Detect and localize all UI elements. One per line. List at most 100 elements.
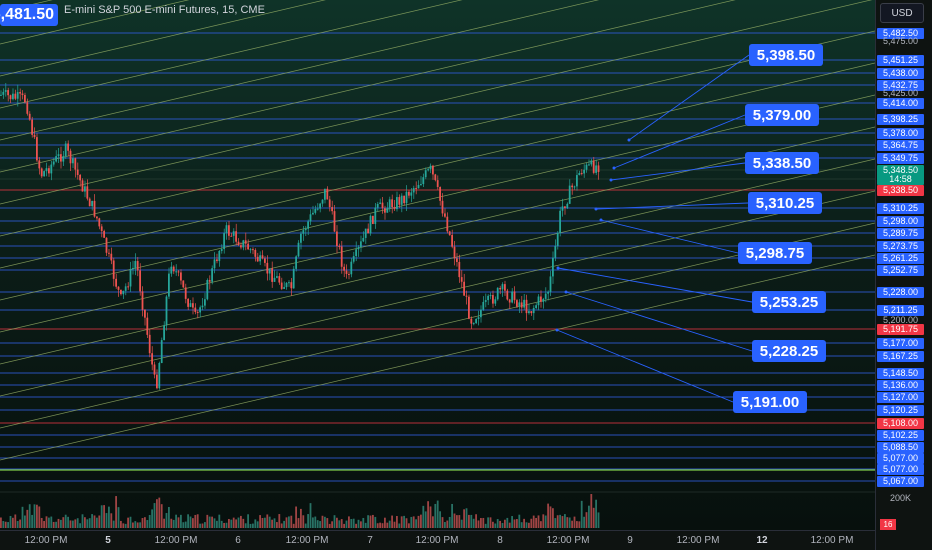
volume-bar	[472, 518, 475, 528]
volume-bar	[458, 515, 461, 528]
price-callout-label[interactable]: 5,228.25	[752, 340, 826, 362]
price-callout-label[interactable]: 5,253.25	[752, 291, 826, 313]
price-axis-label: 5,414.00	[877, 98, 924, 109]
callout-anchor-dot	[594, 207, 598, 211]
candle-body	[393, 207, 396, 210]
candle-body	[192, 303, 194, 308]
price-callout-label[interactable]: 5,191.00	[733, 391, 807, 413]
candle-body	[14, 93, 17, 99]
candle-body	[417, 185, 420, 189]
candle-body	[578, 173, 581, 176]
candle-body	[369, 215, 372, 234]
volume-bar	[573, 516, 576, 528]
candle-body	[252, 249, 254, 251]
candle-body	[470, 318, 473, 324]
volume-bar	[484, 523, 487, 528]
volume-bar	[434, 503, 437, 528]
candle-body	[254, 249, 257, 257]
candle-body	[547, 291, 549, 294]
price-axis-label: 5,349.75	[877, 153, 924, 164]
currency-selector[interactable]: USD	[880, 3, 924, 23]
price-axis-label: 5,108.00	[877, 418, 924, 429]
price-callout-label[interactable]: 5,398.50	[749, 44, 823, 66]
volume-bar	[324, 516, 326, 528]
volume-bar	[180, 514, 182, 528]
volume-bar	[242, 518, 245, 528]
volume-bar	[465, 508, 468, 528]
volume-bar	[160, 504, 163, 528]
volume-bar	[278, 514, 281, 528]
candle-body	[384, 208, 386, 213]
volume-bar	[369, 515, 372, 528]
candle-body	[482, 301, 485, 310]
volume-bar	[84, 517, 86, 528]
volume-bar	[280, 523, 283, 528]
price-axis-label: 5,438.00	[877, 68, 924, 79]
candle-body	[26, 102, 29, 114]
volume-bar	[7, 522, 9, 528]
volume-bar	[513, 519, 516, 528]
candle-body	[117, 286, 120, 290]
volume-bar	[544, 515, 547, 528]
candle-body	[136, 261, 139, 271]
volume-bar	[139, 522, 141, 528]
time-axis-label: 12:00 PM	[285, 535, 329, 546]
volume-bar	[48, 517, 50, 528]
candle-body	[333, 211, 336, 232]
volume-bar	[590, 494, 593, 528]
candle-body	[170, 266, 173, 274]
volume-bar	[259, 515, 261, 528]
candle-body	[31, 119, 33, 135]
volume-bar	[504, 519, 506, 528]
candle-body	[415, 188, 417, 190]
candle-body	[388, 199, 391, 208]
candle-body	[456, 258, 458, 262]
volume-bar	[201, 523, 204, 528]
volume-bar	[148, 515, 151, 528]
candle-body	[278, 276, 281, 283]
candle-body	[7, 90, 9, 96]
volume-bar	[81, 514, 84, 528]
price-callout-label[interactable]: 5,310.25	[748, 192, 822, 214]
volume-bar	[88, 518, 91, 528]
candle-body	[261, 255, 264, 259]
chart-canvas[interactable]	[0, 0, 875, 530]
volume-bar	[300, 508, 302, 528]
candle-body	[105, 237, 108, 253]
candle-body	[465, 295, 468, 297]
volume-bar	[583, 516, 585, 528]
candle-body	[285, 282, 288, 288]
candle-body	[115, 278, 117, 287]
price-axis-label: 5,289.75	[877, 228, 924, 239]
price-callout-label[interactable]: 5,338.50	[745, 152, 819, 174]
candle-body	[580, 173, 583, 175]
candle-body	[43, 171, 45, 177]
price-axis-label: 5,378.00	[877, 128, 924, 139]
candle-body	[544, 293, 547, 299]
volume-bar	[441, 517, 444, 528]
candle-body	[12, 93, 14, 100]
volume-bar	[28, 504, 31, 528]
volume-bar	[110, 513, 113, 528]
volume-bar	[393, 521, 396, 528]
volume-bar	[592, 507, 595, 528]
volume-bar	[374, 516, 377, 528]
candle-body	[381, 202, 384, 209]
symbol-title[interactable]: E-mini S&P 500 E-mini Futures, 15, CME	[62, 4, 265, 16]
volume-bar	[230, 519, 233, 528]
volume-bar	[427, 501, 429, 528]
volume-bar	[408, 523, 410, 528]
volume-bar	[206, 514, 209, 528]
volume-bar	[163, 518, 165, 528]
volume-bar	[62, 517, 65, 528]
candle-body	[537, 296, 540, 306]
volume-bar	[64, 514, 67, 528]
candle-body	[297, 242, 300, 257]
price-callout-label[interactable]: 5,379.00	[745, 104, 819, 126]
candle-body	[367, 228, 369, 234]
volume-bar	[177, 517, 180, 528]
price-callout-label[interactable]: 5,298.75	[738, 242, 812, 264]
volume-bar	[112, 520, 115, 528]
volume-bar	[525, 522, 528, 528]
volume-bar	[14, 514, 17, 528]
